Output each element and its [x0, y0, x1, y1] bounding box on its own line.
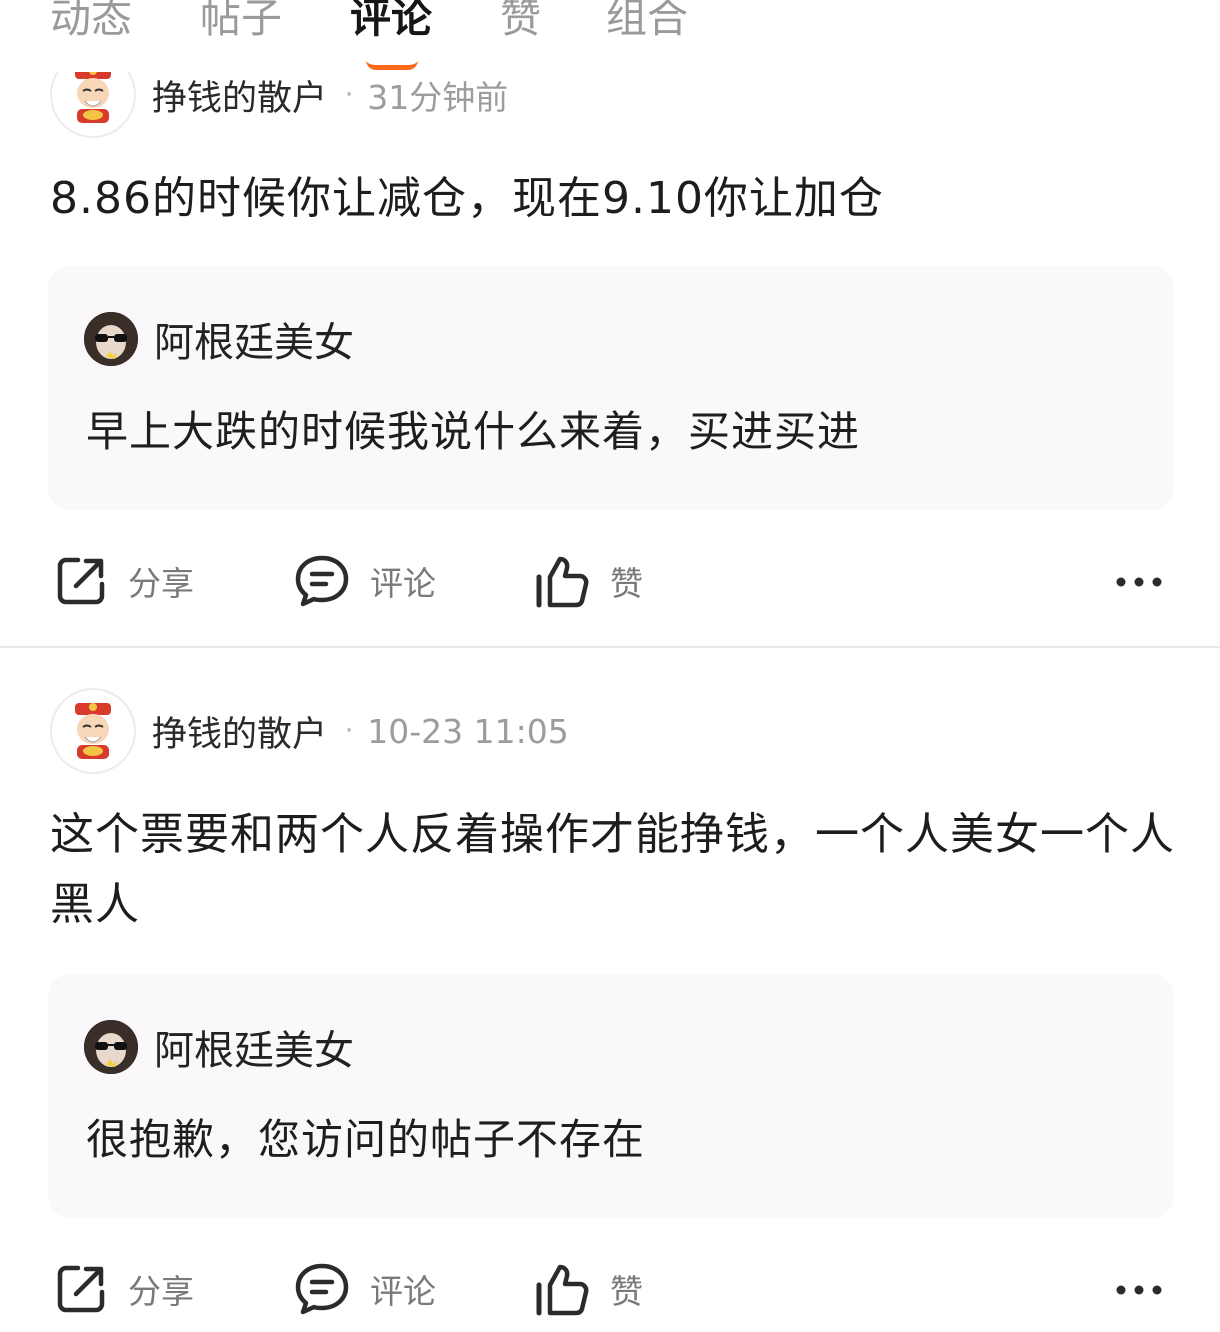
avatar[interactable] — [50, 688, 136, 774]
share-icon — [57, 1265, 105, 1313]
tab-likes[interactable]: 赞 — [500, 0, 541, 46]
god-of-wealth-avatar-icon — [75, 703, 111, 759]
separator-dot: · — [345, 716, 354, 746]
separator-dot: · — [345, 80, 354, 110]
god-of-wealth-avatar-icon — [75, 67, 111, 123]
share-button[interactable]: 分享 — [54, 546, 194, 616]
thumbs-up-icon — [536, 1264, 589, 1316]
tab-comments[interactable]: 评论 — [350, 0, 432, 46]
sunglasses-avatar-icon — [84, 312, 138, 366]
comment-header: 挣钱的散户 · 10-23 11:05 — [50, 686, 569, 776]
more-icon[interactable] — [1114, 1270, 1164, 1310]
like-label: 赞 — [610, 564, 643, 603]
share-icon — [57, 557, 105, 605]
quoted-text: 早上大跌的时候我说什么来着，买进买进 — [86, 407, 861, 456]
tab-posts[interactable]: 帖子 — [200, 0, 282, 46]
comment-author[interactable]: 挣钱的散户 — [152, 706, 327, 757]
comment-time: 31分钟前 — [367, 78, 509, 117]
like-label: 赞 — [610, 1272, 643, 1311]
tab-dynamic[interactable]: 动态 — [50, 0, 132, 46]
comment-time: 10-23 11:05 — [367, 711, 569, 751]
avatar[interactable] — [84, 1020, 138, 1074]
quoted-author[interactable]: 阿根廷美女 — [154, 1018, 354, 1076]
tab-bar: 动态 帖子 评论 赞 组合 — [0, 0, 1220, 72]
active-tab-indicator — [366, 60, 418, 70]
comment-button[interactable]: 评论 — [294, 1254, 436, 1324]
quoted-comment[interactable]: 阿根廷美女 早上大跌的时候我说什么来着，买进买进 — [48, 266, 1174, 510]
divider — [0, 646, 1220, 648]
comment-button[interactable]: 评论 — [294, 546, 436, 616]
more-icon[interactable] — [1114, 562, 1164, 602]
comment-text: 这个票要和两个人反着操作才能挣钱，一个人美女一个人黑人 — [50, 809, 1175, 930]
comment-text: 8.86的时候你让减仓，现在9.10你让加仓 — [50, 173, 884, 224]
comment-label: 评论 — [370, 564, 436, 603]
like-button[interactable]: 赞 — [534, 1254, 643, 1324]
comment-icon — [295, 555, 349, 607]
avatar[interactable] — [84, 312, 138, 366]
action-bar: 分享 评论 赞 — [0, 1254, 1220, 1324]
like-button[interactable]: 赞 — [534, 546, 643, 616]
share-label: 分享 — [128, 1272, 194, 1311]
quoted-comment[interactable]: 阿根廷美女 很抱歉，您访问的帖子不存在 — [48, 974, 1174, 1218]
tab-portfolio[interactable]: 组合 — [606, 0, 688, 46]
comment-author[interactable]: 挣钱的散户 — [152, 70, 327, 121]
quoted-author[interactable]: 阿根廷美女 — [154, 310, 354, 368]
quoted-header: 阿根廷美女 — [84, 1018, 354, 1076]
comment-icon — [295, 1263, 349, 1315]
thumbs-up-icon — [536, 556, 589, 608]
action-bar: 分享 评论 赞 — [0, 546, 1220, 616]
quoted-text: 很抱歉，您访问的帖子不存在 — [86, 1115, 646, 1164]
share-label: 分享 — [128, 564, 194, 603]
sunglasses-avatar-icon — [84, 1020, 138, 1074]
share-button[interactable]: 分享 — [54, 1254, 194, 1324]
comment-label: 评论 — [370, 1272, 436, 1311]
quoted-header: 阿根廷美女 — [84, 310, 354, 368]
